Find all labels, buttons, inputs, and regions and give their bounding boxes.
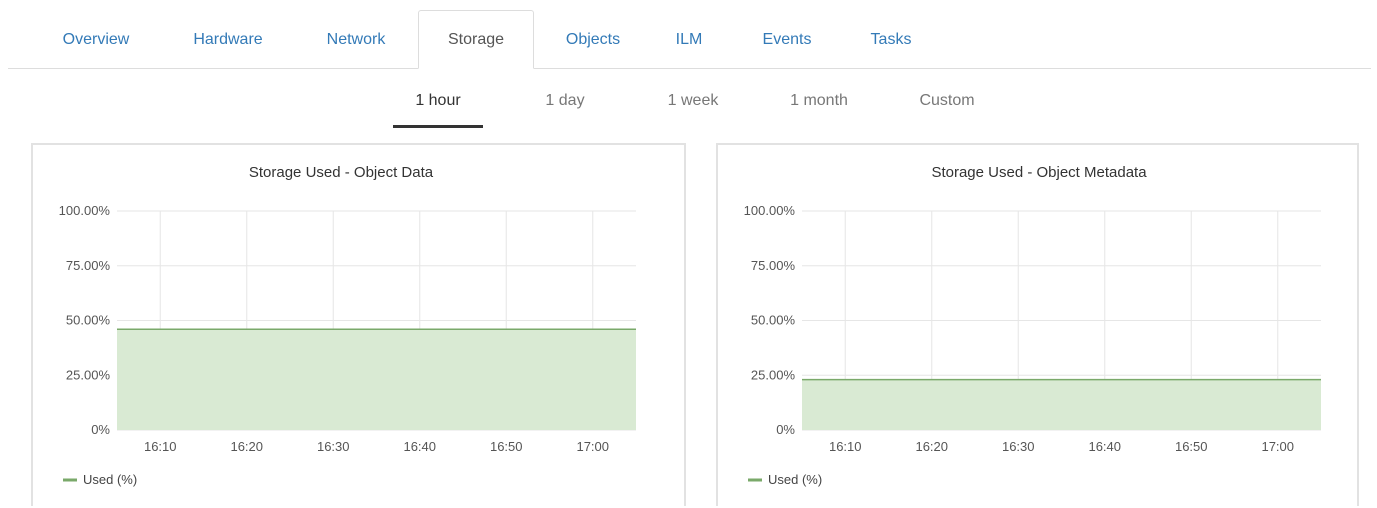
y-tick-label: 100.00%: [59, 203, 111, 218]
y-tick-label: 25.00%: [751, 367, 796, 382]
range-1-month[interactable]: 1 month: [776, 92, 862, 128]
x-tick-label: 16:30: [1002, 439, 1035, 454]
range-custom[interactable]: Custom: [907, 92, 987, 128]
x-tick-label: 17:00: [1261, 439, 1294, 454]
tab-tasks[interactable]: Tasks: [860, 10, 922, 69]
tab-storage[interactable]: Storage: [418, 10, 534, 69]
legend-label[interactable]: Used (%): [83, 472, 137, 487]
x-tick-label: 16:50: [490, 439, 523, 454]
x-tick-label: 16:20: [230, 439, 263, 454]
x-tick-label: 16:50: [1175, 439, 1208, 454]
y-tick-label: 75.00%: [66, 258, 111, 273]
chart-object-data: Storage Used - Object Data 0% 25.00% 50.00%…: [59, 164, 636, 487]
x-tick-label: 16:10: [144, 439, 177, 454]
series-area-used: [802, 379, 1321, 430]
x-tick-label: 16:30: [317, 439, 350, 454]
legend-label[interactable]: Used (%): [768, 472, 822, 487]
y-tick-label: 50.00%: [751, 313, 796, 328]
chart-title: Storage Used - Object Data: [249, 164, 434, 181]
y-tick-label: 100.00%: [744, 203, 796, 218]
range-1-hour[interactable]: 1 hour: [393, 92, 483, 128]
y-tick-label: 0%: [776, 422, 795, 437]
range-1-week[interactable]: 1 week: [655, 92, 731, 128]
chart-panel-object-metadata: Storage Used - Object Metadata 0% 25.00% 50…: [716, 143, 1359, 506]
tab-bar: Overview Hardware Network Storage Object…: [0, 0, 1377, 70]
y-tick-label: 50.00%: [66, 313, 111, 328]
x-tick-label: 16:10: [829, 439, 862, 454]
tab-ilm[interactable]: ILM: [664, 10, 714, 69]
tab-hardware[interactable]: Hardware: [176, 10, 280, 69]
chart-panel-object-data: Storage Used - Object Data 0% 25.00% 50.00%…: [31, 143, 686, 506]
series-area-used: [117, 329, 636, 430]
tab-objects[interactable]: Objects: [550, 10, 636, 69]
x-tick-label: 17:00: [576, 439, 609, 454]
x-tick-label: 16:40: [403, 439, 436, 454]
x-tick-label: 16:40: [1088, 439, 1121, 454]
y-tick-label: 0%: [91, 422, 110, 437]
tab-overview[interactable]: Overview: [46, 10, 146, 69]
tab-network[interactable]: Network: [310, 10, 402, 69]
chart-title: Storage Used - Object Metadata: [931, 164, 1147, 181]
y-tick-label: 75.00%: [751, 258, 796, 273]
x-tick-label: 16:20: [915, 439, 948, 454]
tab-events[interactable]: Events: [744, 10, 830, 69]
range-1-day[interactable]: 1 day: [530, 92, 600, 128]
chart-object-metadata: Storage Used - Object Metadata 0% 25.00% 50…: [744, 164, 1321, 487]
y-tick-label: 25.00%: [66, 367, 111, 382]
